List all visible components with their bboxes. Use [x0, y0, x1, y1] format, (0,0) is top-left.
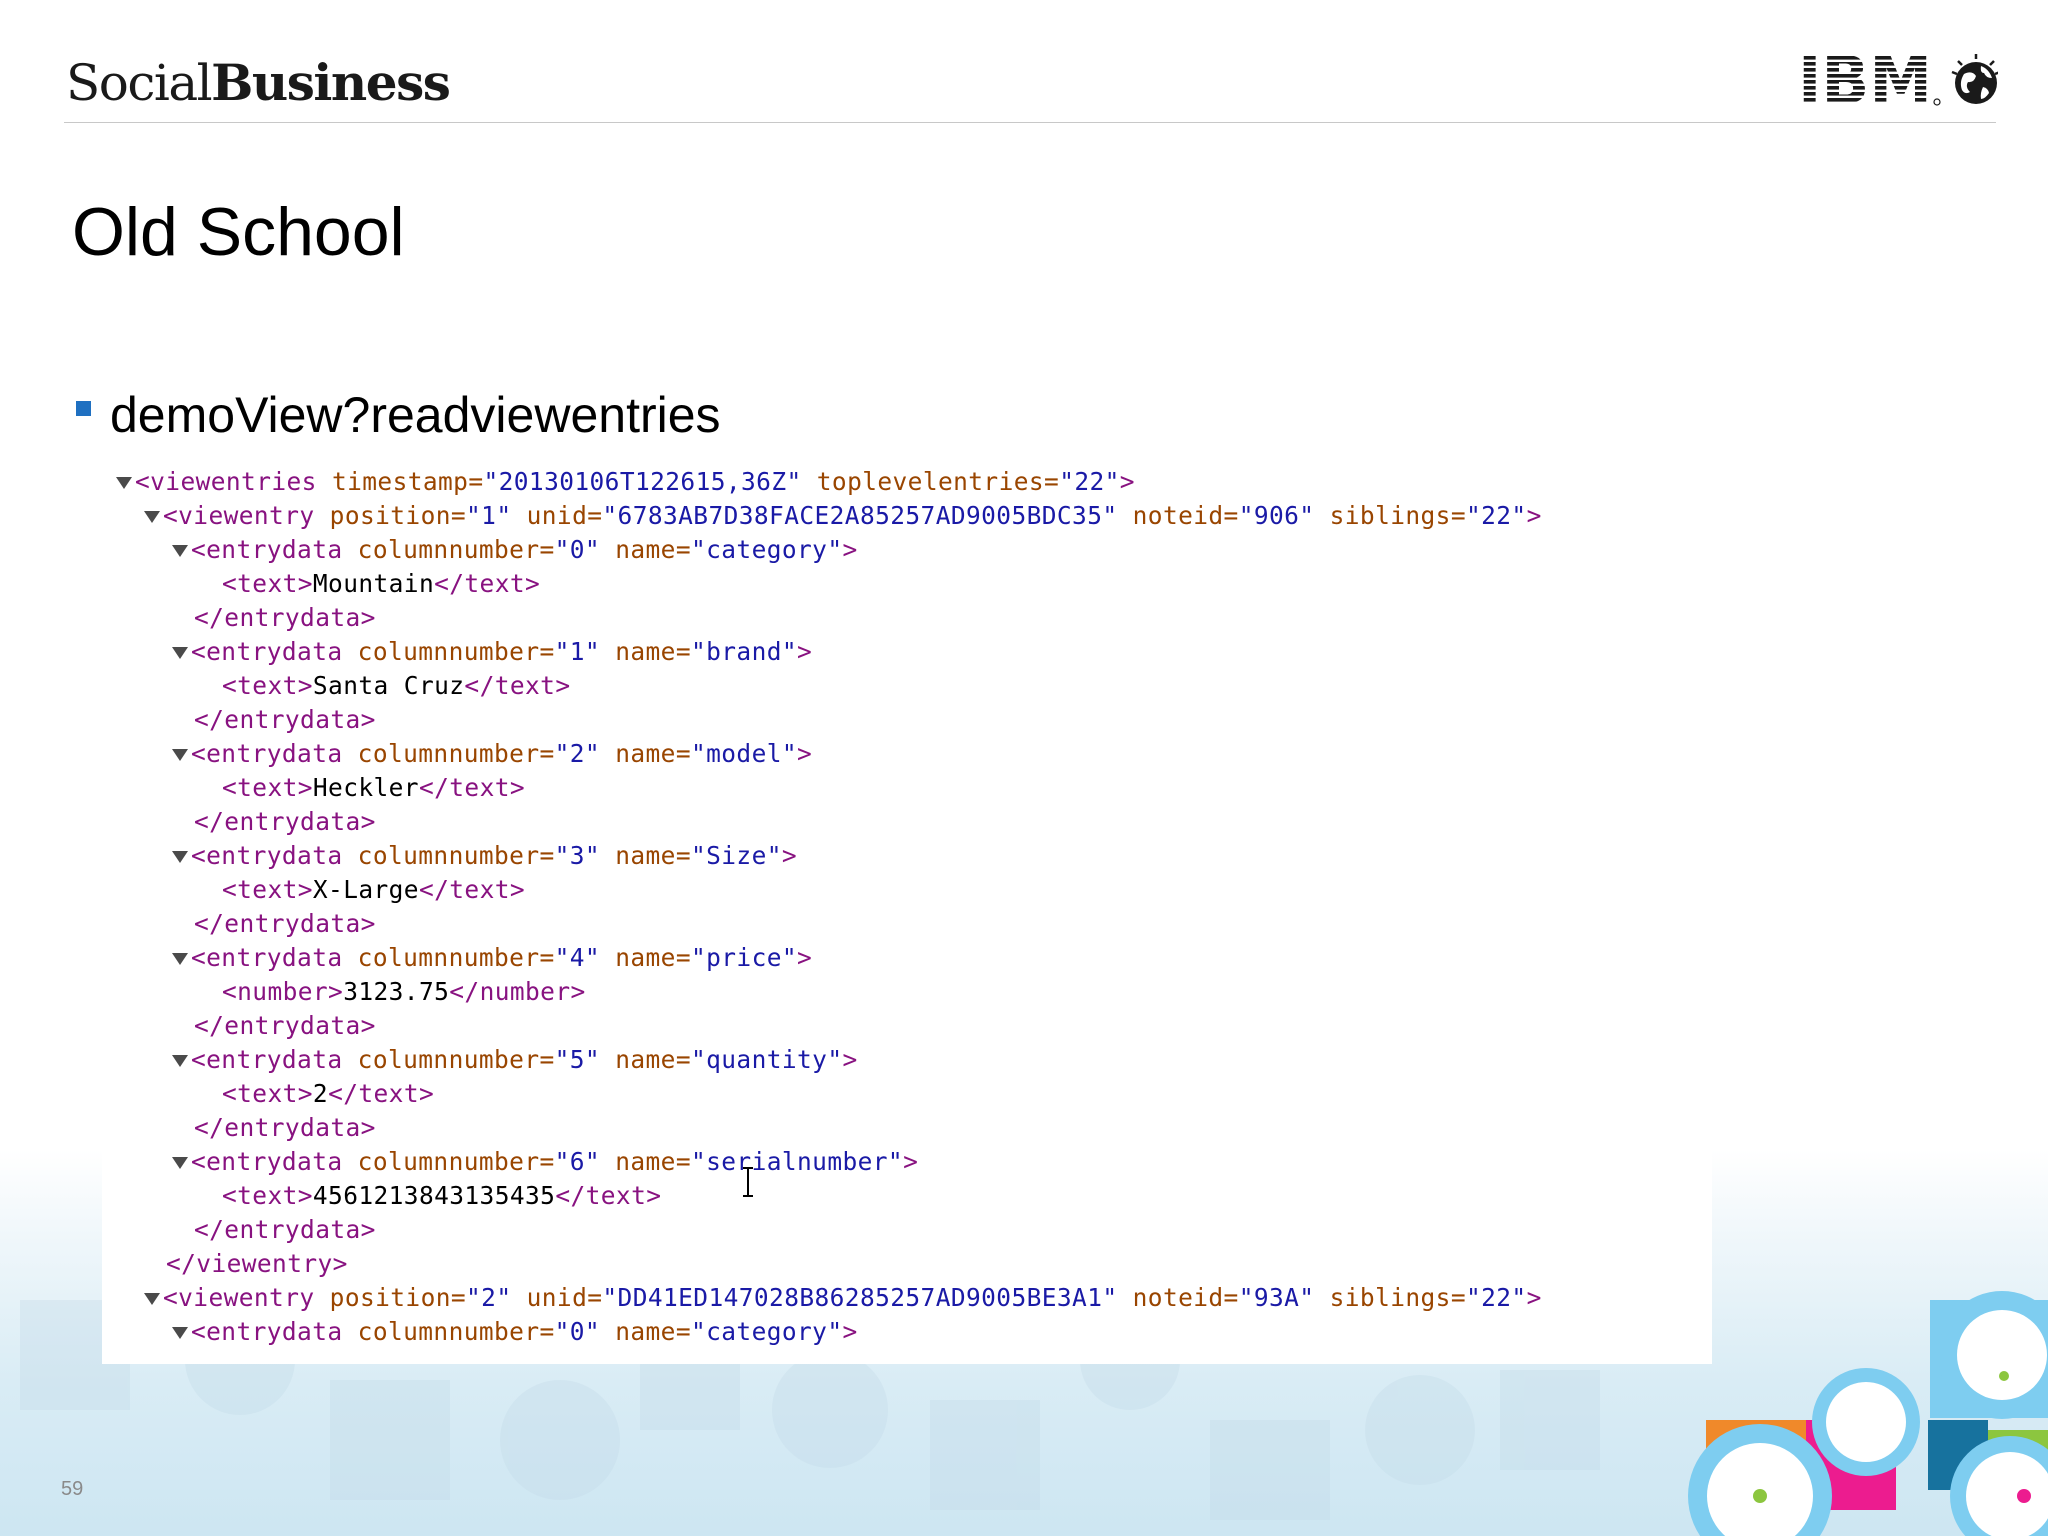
collapse-triangle-icon[interactable]	[144, 511, 160, 523]
brand-business: Business	[211, 53, 451, 112]
xml-line-value: <text>2</text>	[222, 1079, 435, 1108]
xml-line-value: <text>X-Large</text>	[222, 875, 526, 904]
xml-line-value: <text>Heckler</text>	[222, 773, 526, 802]
bullet-marker	[76, 401, 91, 416]
xml-line-entrydata: <entrydata columnnumber="1" name="brand"…	[172, 635, 812, 669]
xml-line-value: <text>Santa Cruz</text>	[222, 671, 571, 700]
xml-line-value: <text>4561213843135435</text>	[222, 1181, 662, 1210]
brand-social: Social	[66, 54, 213, 112]
collapse-triangle-icon[interactable]	[144, 1293, 160, 1305]
xml-line-entrydata: <entrydata columnnumber="3" name="Size">	[172, 839, 797, 873]
collapse-triangle-icon[interactable]	[116, 477, 132, 489]
xml-line-entrydata: <entrydata columnnumber="2" name="model"…	[172, 737, 812, 771]
collapse-triangle-icon[interactable]	[172, 1055, 188, 1067]
xml-line-close: </entrydata>	[194, 603, 376, 632]
globe-icon	[1951, 54, 1998, 104]
xml-line-close: </entrydata>	[194, 705, 376, 734]
collapse-triangle-icon[interactable]	[172, 1157, 188, 1169]
xml-line-viewentry-close: </viewentry>	[166, 1249, 348, 1278]
ibm-logo-text: IBM	[1798, 50, 1932, 112]
xml-line-viewentries: <viewentries timestamp="20130106T122615,…	[116, 465, 1135, 499]
xml-line-entrydata: <entrydata columnnumber="5" name="quanti…	[172, 1043, 858, 1077]
xml-line-close: </entrydata>	[194, 1011, 376, 1040]
collapse-triangle-icon[interactable]	[172, 851, 188, 863]
header-divider	[64, 122, 1996, 123]
xml-line-value: <text>Mountain</text>	[222, 569, 541, 598]
xml-line-close: </entrydata>	[194, 807, 376, 836]
xml-line-viewentry: <viewentry position="1" unid="6783AB7D38…	[144, 499, 1542, 533]
xml-line-entrydata: <entrydata columnnumber="0" name="catego…	[172, 533, 858, 567]
collapse-triangle-icon[interactable]	[172, 953, 188, 965]
bullet-text: demoView?readviewentries	[110, 387, 721, 443]
collapse-triangle-icon[interactable]	[172, 749, 188, 761]
xml-line-close: </entrydata>	[194, 1113, 376, 1142]
page-number: 59	[61, 1478, 84, 1500]
xml-line-viewentry: <viewentry position="2" unid="DD41ED1470…	[144, 1281, 1542, 1315]
ibm-logo: IBM	[1798, 50, 1998, 112]
collapse-triangle-icon[interactable]	[172, 647, 188, 659]
xml-viewer[interactable]: <viewentries timestamp="20130106T122615,…	[102, 462, 1712, 1364]
collapse-triangle-icon[interactable]	[172, 545, 188, 557]
brand-wordmark: SocialBusiness	[66, 58, 451, 109]
xml-line-entrydata: <entrydata columnnumber="6" name="serial…	[172, 1145, 918, 1179]
text-cursor-icon	[743, 1167, 753, 1197]
xml-line-close: </entrydata>	[194, 1215, 376, 1244]
collapse-triangle-icon[interactable]	[172, 1327, 188, 1339]
xml-line-entrydata: <entrydata columnnumber="4" name="price"…	[172, 941, 812, 975]
xml-line-close: </entrydata>	[194, 909, 376, 938]
xml-line-value: <number>3123.75</number>	[222, 977, 586, 1006]
slide-title: Old School	[72, 194, 405, 270]
xml-line-entrydata: <entrydata columnnumber="0" name="catego…	[172, 1315, 858, 1349]
